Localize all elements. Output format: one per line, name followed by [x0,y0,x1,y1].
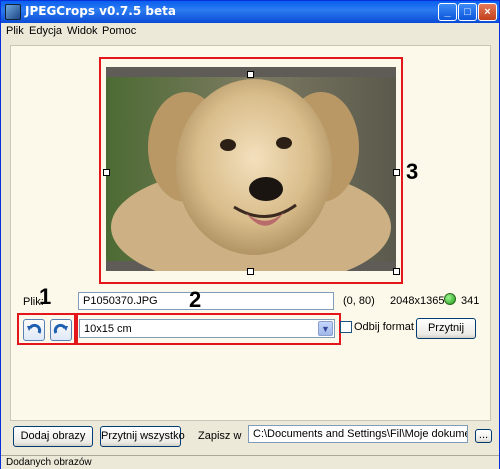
browse-button[interactable]: ... [475,429,492,443]
format-select[interactable]: 10x15 cm ▼ [79,319,335,338]
add-images-button[interactable]: Dodaj obrazy [13,426,93,447]
file-name-field[interactable]: P1050370.JPG [78,292,334,310]
app-window: JPEGCrops v0.7.5 beta _ □ × Plik Edycja … [0,0,500,469]
rotate-left-icon [27,323,42,334]
menu-widok[interactable]: Widok [67,25,98,37]
status-ok-icon [444,293,456,305]
menu-edycja[interactable]: Edycja [29,25,62,37]
format-value: 10x15 cm [84,323,132,335]
crop-all-button[interactable]: Przytnij wszystko [100,426,185,447]
flip-format-checkbox[interactable] [340,321,352,333]
chevron-down-icon[interactable]: ▼ [318,321,333,336]
rotate-right-button[interactable] [50,319,72,341]
menu-bar: Plik Edycja Widok Pomoc [1,23,499,40]
crop-handle-corner[interactable] [393,268,400,275]
app-icon [5,4,21,20]
title-bar[interactable]: JPEGCrops v0.7.5 beta _ □ × [1,1,499,23]
crop-offset: (0, 80) [343,295,375,307]
maximize-button[interactable]: □ [458,3,477,21]
crop-handle-left[interactable] [103,169,110,176]
image-preview[interactable] [106,67,396,271]
annotation-2: 2 [189,287,202,312]
menu-plik[interactable]: Plik [6,25,24,37]
annotation-1: 1 [39,284,52,309]
crop-button[interactable]: Przytnij [416,318,476,339]
crop-handle-bottom[interactable] [247,268,254,275]
flip-format-label: Odbij format [354,321,414,333]
annotation-3: 3 [406,159,419,184]
rotate-left-button[interactable] [23,319,45,341]
close-button[interactable]: × [478,3,497,21]
save-path-field[interactable]: C:\Documents and Settings\Fil\Moje dokum… [248,425,468,443]
crop-handle-right[interactable] [393,169,400,176]
window-title: JPEGCrops v0.7.5 beta [25,4,176,18]
save-to-label: Zapisz w [198,430,242,442]
status-bar: Dodanych obrazów [1,455,499,469]
dog-photo [106,67,396,271]
menu-pomoc[interactable]: Pomoc [102,25,136,37]
status-text: Dodanych obrazów [6,457,92,468]
crop-handle-top[interactable] [247,71,254,78]
image-dimensions: 2048x1365 [390,295,445,307]
minimize-button[interactable]: _ [438,3,457,21]
rotate-right-icon [53,323,68,334]
image-count: 341 [461,295,480,307]
